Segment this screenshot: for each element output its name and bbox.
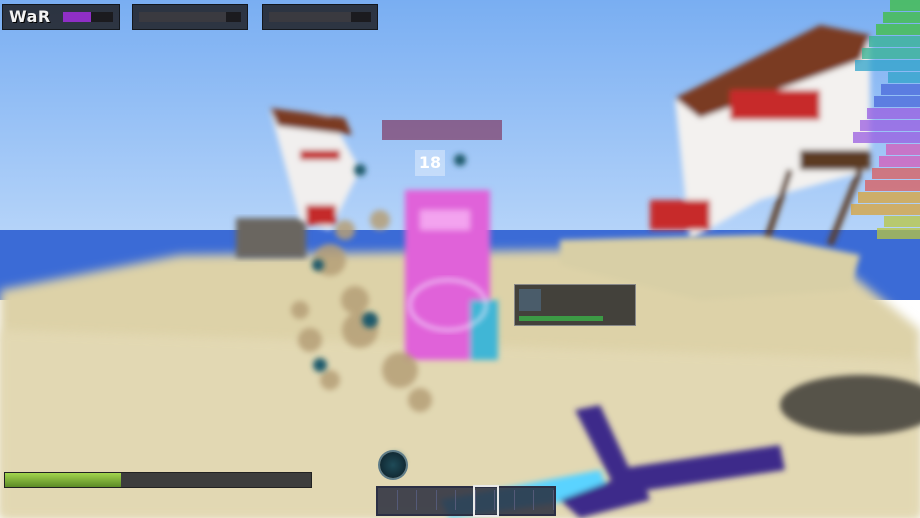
player-name: WaR [9,7,51,26]
player-hud: WaR [2,4,120,30]
module-list [840,0,920,240]
module-list-entry [877,228,920,239]
module-list-entry [858,192,920,203]
target-nametag [382,120,502,140]
hotbar-slot[interactable] [378,490,398,510]
module-list-entry [862,48,920,59]
module-list-entry [876,24,920,35]
experience-bar [4,472,312,488]
module-list-entry [888,72,920,83]
status-bar-3 [262,4,378,30]
module-list-entry [890,0,920,11]
status-bar-2 [132,4,248,30]
module-list-entry [853,132,920,143]
target-badge: 18 [415,150,445,176]
module-list-entry [851,204,920,215]
module-list-entry [872,168,920,179]
hotbar-slot[interactable] [437,490,457,510]
hotbar[interactable] [376,485,556,517]
module-list-entry [855,60,920,71]
status-bar-3-fill [269,12,351,22]
potion-effect-icon [380,452,406,478]
module-list-entry [867,108,920,119]
target-player [405,190,498,360]
module-list-entry [879,156,920,167]
module-list-entry [886,144,920,155]
target-health-bar [519,316,603,321]
module-list-entry [865,180,920,191]
hotbar-selection [472,485,499,517]
module-list-entry [881,84,920,95]
module-list-entry [884,216,920,227]
module-list-entry [869,36,920,47]
stone-block [236,218,306,258]
module-list-entry [883,12,920,23]
hotbar-slot[interactable] [515,490,535,510]
module-list-entry [874,96,920,107]
hotbar-slot[interactable] [398,490,418,510]
target-info-panel [514,284,636,326]
hotbar-slot[interactable] [417,490,437,510]
hotbar-slot[interactable] [534,490,554,510]
player-health-bar [63,12,91,22]
module-list-entry [860,120,920,131]
experience-bar-fill [5,473,122,487]
target-head-icon [519,289,541,311]
status-bar-2-fill [139,12,226,22]
game-world[interactable] [0,0,920,518]
